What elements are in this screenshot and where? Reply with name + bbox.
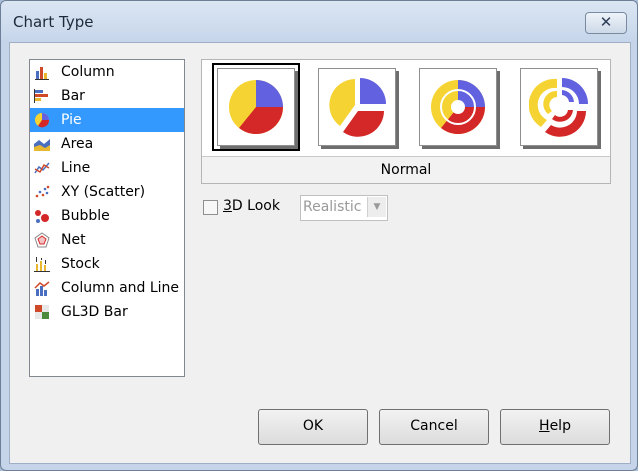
- chart-type-item-pie[interactable]: Pie: [30, 108, 184, 132]
- dialog-body: Column Bar Pie Area Line XY (Scatter) Bu…: [9, 42, 631, 464]
- chart-type-label: Column and Line: [61, 280, 180, 296]
- chart-type-item-column[interactable]: Column: [30, 60, 184, 84]
- pie-exploded-icon: [329, 78, 386, 137]
- line-chart-icon: [34, 162, 50, 174]
- chart-type-item-bubble[interactable]: Bubble: [30, 204, 184, 228]
- chart-type-label: Stock: [61, 256, 100, 272]
- 3d-look-label: 3D Look: [223, 198, 280, 214]
- cancel-button[interactable]: Cancel: [379, 409, 489, 445]
- stock-chart-icon: [34, 257, 50, 272]
- cancel-button-label: Cancel: [410, 418, 458, 434]
- chart-type-item-gl3d-bar[interactable]: GL3D Bar: [30, 300, 184, 324]
- ok-button[interactable]: OK: [258, 409, 368, 445]
- 3d-look-checkbox[interactable]: [203, 200, 218, 215]
- chart-type-dialog: Chart Type ✕ Column Bar Pie Area Line XY…: [0, 0, 638, 471]
- close-button[interactable]: ✕: [585, 12, 627, 34]
- variant-donut[interactable]: [419, 68, 497, 146]
- help-button-label-rest: elp: [549, 418, 571, 434]
- chart-type-label: Bubble: [61, 208, 110, 224]
- chart-type-item-column-and-line[interactable]: Column and Line: [30, 276, 184, 300]
- chart-type-label: Pie: [61, 112, 82, 128]
- variant-donut-exploded[interactable]: [520, 68, 598, 146]
- chart-type-item-line[interactable]: Line: [30, 156, 184, 180]
- help-button[interactable]: Help: [500, 409, 610, 445]
- scatter-chart-icon: [35, 185, 50, 198]
- chart-type-item-net[interactable]: Net: [30, 228, 184, 252]
- chart-type-list[interactable]: Column Bar Pie Area Line XY (Scatter) Bu…: [29, 59, 185, 377]
- ok-button-label: OK: [302, 418, 324, 434]
- donut-exploded-icon: [529, 78, 588, 137]
- column-and-line-chart-icon: [34, 281, 50, 296]
- chart-type-item-area[interactable]: Area: [30, 132, 184, 156]
- 3d-look-label-rest: D Look: [231, 198, 280, 214]
- area-chart-icon: [34, 139, 50, 151]
- chart-type-label: XY (Scatter): [61, 184, 146, 200]
- pie-chart-icon: [35, 113, 50, 128]
- column-chart-icon: [35, 67, 49, 80]
- chart-type-label: Net: [61, 232, 86, 248]
- 3d-scheme-select[interactable]: Realistic ▼: [300, 195, 388, 221]
- chart-type-item-xy-scatter[interactable]: XY (Scatter): [30, 180, 184, 204]
- 3d-scheme-value: Realistic: [303, 199, 362, 215]
- donut-icon: [431, 80, 485, 135]
- bar-chart-icon: [34, 89, 48, 103]
- chart-type-label: Column: [61, 64, 115, 80]
- title-bar: Chart Type ✕: [1, 1, 637, 41]
- variant-pie-normal[interactable]: [212, 63, 300, 151]
- help-button-mnemonic: H: [539, 418, 550, 434]
- chart-type-item-bar[interactable]: Bar: [30, 84, 184, 108]
- chart-type-label: Area: [61, 136, 94, 152]
- chart-type-label: GL3D Bar: [61, 304, 128, 320]
- dialog-title: Chart Type: [13, 13, 94, 31]
- chart-variant-panel: Normal: [201, 59, 611, 184]
- net-chart-icon: [34, 232, 50, 248]
- close-icon: ✕: [599, 13, 613, 31]
- chart-type-label: Line: [61, 160, 91, 176]
- chevron-down-icon[interactable]: ▼: [367, 197, 386, 217]
- chart-type-item-stock[interactable]: Stock: [30, 252, 184, 276]
- variant-pie-exploded[interactable]: [318, 68, 396, 146]
- variant-name-label: Normal: [202, 156, 610, 183]
- gl3d-bar-chart-icon: [35, 305, 49, 319]
- chart-type-label: Bar: [61, 88, 85, 104]
- bubble-chart-icon: [35, 210, 49, 223]
- 3d-look-mnemonic: 3: [223, 198, 232, 214]
- pie-normal-icon: [229, 80, 283, 135]
